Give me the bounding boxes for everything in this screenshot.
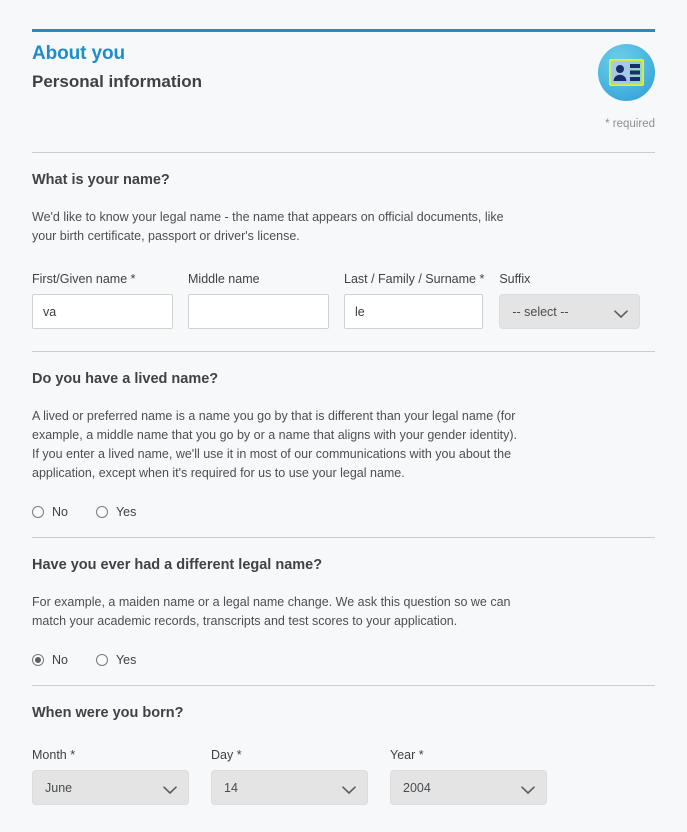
lived-name-option-no[interactable]: No bbox=[32, 505, 68, 519]
radio-icon[interactable] bbox=[95, 506, 108, 518]
chevron-down-icon bbox=[521, 784, 535, 798]
legal-name-option-no-label: No bbox=[52, 653, 68, 667]
legal-name-radio-group: No Yes bbox=[32, 653, 655, 667]
field-birth-year: Year * 2004 bbox=[390, 747, 547, 805]
label-last-name: Last / Family / Surname * bbox=[344, 272, 485, 286]
section-different-legal-name: Have you ever had a different legal name… bbox=[32, 538, 655, 667]
birth-month-select[interactable]: June bbox=[32, 770, 189, 805]
page-header: About you Personal information * require… bbox=[32, 32, 655, 152]
legal-name-option-no[interactable]: No bbox=[32, 653, 68, 667]
field-middle-name: Middle name bbox=[188, 271, 329, 329]
question-description-lived-name: A lived or preferred name is a name you … bbox=[32, 409, 517, 480]
lived-name-option-no-label: No bbox=[52, 505, 68, 519]
field-birth-month: Month * June bbox=[32, 747, 189, 805]
lived-name-option-yes-label: Yes bbox=[115, 505, 137, 519]
middle-name-input[interactable] bbox=[188, 294, 329, 329]
birth-day-select[interactable]: 14 bbox=[211, 770, 368, 805]
personal-information-page: About you Personal information * require… bbox=[0, 0, 687, 832]
label-suffix: Suffix bbox=[499, 272, 531, 286]
chevron-down-icon bbox=[163, 784, 177, 798]
section-lived-name: Do you have a lived name? A lived or pre… bbox=[32, 352, 655, 519]
section-name: What is your name? We'd like to know you… bbox=[32, 153, 655, 351]
first-name-input[interactable] bbox=[32, 294, 173, 329]
question-title-lived-name: Do you have a lived name? bbox=[32, 371, 219, 387]
field-first-name: First/Given name * bbox=[32, 271, 173, 329]
legal-name-option-yes[interactable]: Yes bbox=[95, 653, 137, 667]
birth-day-value: 14 bbox=[224, 780, 238, 795]
last-name-input[interactable] bbox=[344, 294, 483, 329]
required-note: * required bbox=[605, 118, 655, 130]
page-eyebrow: About you bbox=[32, 43, 126, 64]
label-birth-day: Day * bbox=[211, 748, 242, 762]
suffix-select-value: -- select -- bbox=[512, 304, 569, 319]
lived-name-option-yes[interactable]: Yes bbox=[95, 505, 137, 519]
form-content: About you Personal information * require… bbox=[32, 0, 655, 825]
id-card-icon bbox=[598, 44, 655, 101]
question-title-name: What is your name? bbox=[32, 172, 170, 188]
radio-icon[interactable] bbox=[95, 654, 108, 666]
chevron-down-icon bbox=[614, 308, 629, 322]
label-birth-month: Month * bbox=[32, 748, 76, 762]
section-date-of-birth: When were you born? Month * June Day * 1… bbox=[32, 686, 655, 825]
birth-month-value: June bbox=[45, 780, 73, 795]
label-birth-year: Year * bbox=[390, 748, 424, 762]
question-title-dob: When were you born? bbox=[32, 705, 184, 721]
question-description-name: We'd like to know your legal name - the … bbox=[32, 210, 504, 243]
question-title-legal-name: Have you ever had a different legal name… bbox=[32, 557, 323, 573]
name-fields-row: First/Given name * Middle name Last / Fa… bbox=[32, 271, 655, 329]
legal-name-option-yes-label: Yes bbox=[115, 653, 137, 667]
label-middle-name: Middle name bbox=[188, 272, 260, 286]
radio-icon[interactable] bbox=[32, 506, 44, 518]
suffix-select[interactable]: -- select -- bbox=[499, 294, 641, 329]
page-title: Personal information bbox=[32, 72, 203, 91]
field-suffix: Suffix -- select -- bbox=[499, 271, 641, 329]
field-last-name: Last / Family / Surname * bbox=[344, 271, 484, 329]
field-birth-day: Day * 14 bbox=[211, 747, 368, 805]
dob-fields-row: Month * June Day * 14 Year * 2004 bbox=[32, 747, 655, 805]
birth-year-value: 2004 bbox=[403, 780, 431, 795]
label-first-name: First/Given name * bbox=[32, 272, 136, 286]
question-description-legal-name: For example, a maiden name or a legal na… bbox=[32, 595, 511, 628]
birth-year-select[interactable]: 2004 bbox=[390, 770, 547, 805]
lived-name-radio-group: No Yes bbox=[32, 505, 655, 519]
chevron-down-icon bbox=[342, 784, 356, 798]
radio-icon-selected[interactable] bbox=[32, 654, 44, 666]
